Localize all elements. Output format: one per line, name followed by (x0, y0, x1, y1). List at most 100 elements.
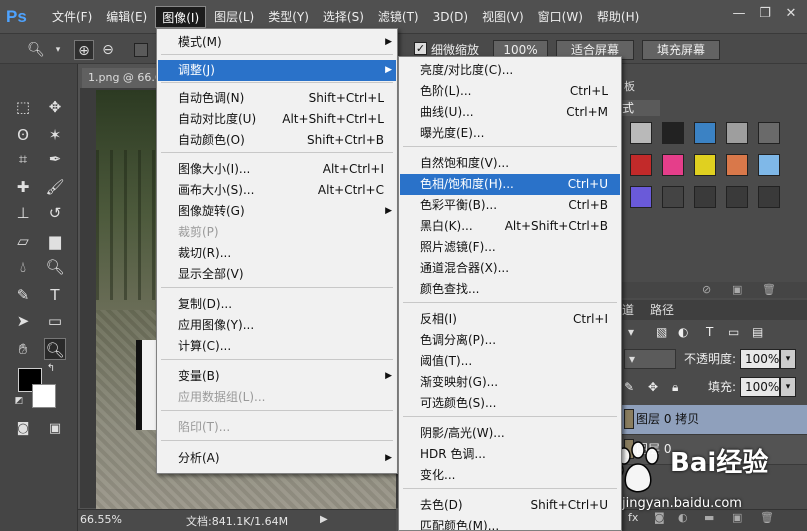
pen-tool-icon[interactable]: ✎ (12, 284, 34, 306)
minimize-icon[interactable]: — (729, 5, 749, 23)
crop-tool-icon[interactable]: ⌗ (12, 148, 34, 170)
image-menu-item[interactable]: 图像大小(I)... Alt+Ctrl+I (158, 159, 396, 180)
adjustment-filter-icon[interactable]: ◐ (678, 322, 688, 342)
style-swatch[interactable] (662, 154, 684, 176)
image-menu-item[interactable]: 自动色调(N) Shift+Ctrl+L (158, 88, 396, 109)
swap-colors-icon[interactable]: ↰ (44, 362, 58, 376)
menu-filter[interactable]: 滤镜(T) (372, 6, 425, 28)
style-swatch[interactable] (758, 122, 780, 144)
menu-edit[interactable]: 编辑(E) (100, 6, 153, 28)
menu-type[interactable]: 类型(Y) (262, 6, 315, 28)
style-swatch[interactable] (726, 186, 748, 208)
brush-tool-icon[interactable]: 🖌︎ (44, 176, 66, 198)
adjust-menu-item[interactable]: 去色(D) Shift+Ctrl+U (400, 495, 620, 516)
style-swatch[interactable] (758, 186, 780, 208)
image-menu-item[interactable]: 应用图像(Y)... (158, 315, 396, 336)
default-colors-icon[interactable]: ◩ (12, 394, 26, 408)
adjust-menu-item[interactable]: 阈值(T)... (400, 351, 620, 372)
style-swatch[interactable] (694, 154, 716, 176)
image-menu-item[interactable]: 自动颜色(O) Shift+Ctrl+B (158, 130, 396, 151)
opacity-input[interactable]: 100% (740, 349, 780, 369)
zoom-in-icon[interactable]: ⊕ (74, 40, 94, 60)
adjust-menu-item[interactable]: 曲线(U)... Ctrl+M (400, 102, 620, 123)
panel-tab[interactable]: 板 (620, 79, 660, 95)
adjust-menu-item[interactable]: 色相/饱和度(H)... Ctrl+U (400, 174, 620, 195)
adjust-menu-item[interactable]: 照片滤镜(F)... (400, 237, 620, 258)
lock-position-icon[interactable]: ✥ (648, 377, 658, 397)
scrubby-zoom-checkbox[interactable]: ✓ (414, 42, 427, 55)
smart-object-filter-icon[interactable]: ▤ (752, 322, 763, 342)
fill-screen-button[interactable]: 填充屏幕 (642, 40, 720, 60)
menu-3d[interactable]: 3D(D) (427, 6, 474, 28)
fill-input[interactable]: 100% (740, 377, 780, 397)
adjust-menu-item[interactable]: 色彩平衡(B)... Ctrl+B (400, 195, 620, 216)
type-tool-icon[interactable]: T (44, 284, 66, 306)
menu-image[interactable]: 图像(I) (155, 5, 207, 28)
image-menu-item[interactable]: 图像旋转(G) ▶ (158, 201, 396, 222)
lock-pixels-icon[interactable]: ✎ (624, 377, 634, 397)
chevron-down-icon[interactable]: ▾ (48, 40, 68, 60)
menu-layer[interactable]: 图层(L) (208, 6, 260, 28)
image-menu-item[interactable]: 分析(A) ▶ (158, 448, 396, 469)
menu-view[interactable]: 视图(V) (476, 6, 530, 28)
style-swatch[interactable] (694, 186, 716, 208)
zoom-tool-icon[interactable]: 🔍︎ (44, 338, 66, 360)
no-style-icon[interactable]: ⊘ (702, 283, 711, 296)
chevron-down-icon[interactable]: ▾ (628, 322, 634, 342)
eraser-icon[interactable]: ▱ (12, 230, 34, 252)
image-menu-item[interactable]: 变量(B) ▶ (158, 366, 396, 387)
zoom-tool-icon[interactable]: 🔍︎ (26, 40, 46, 60)
adjust-menu-item[interactable]: 可选颜色(S)... (400, 393, 620, 414)
image-menu-item[interactable]: 调整(J) ▶ (158, 60, 396, 81)
quick-mask-icon[interactable]: ◙ (12, 418, 34, 440)
style-swatch[interactable] (694, 122, 716, 144)
lock-all-icon[interactable]: 🔒︎ (672, 377, 678, 397)
resize-windows-checkbox[interactable] (134, 43, 148, 57)
adjust-menu-item[interactable]: 亮度/对比度(C)... (400, 60, 620, 81)
hand-tool-icon[interactable]: ✋︎ (12, 338, 34, 360)
image-menu-item[interactable]: 计算(C)... (158, 336, 396, 357)
eyedropper-icon[interactable]: ✒ (44, 148, 66, 170)
adjust-menu-item[interactable]: HDR 色调... (400, 444, 620, 465)
image-menu-item[interactable]: 模式(M) ▶ (158, 32, 396, 53)
background-color-swatch[interactable] (32, 384, 56, 408)
marquee-tool-icon[interactable]: ⬚ (12, 96, 34, 118)
adjust-menu-item[interactable]: 渐变映射(G)... (400, 372, 620, 393)
dodge-tool-icon[interactable]: 🔍︎ (44, 256, 66, 278)
screen-mode-icon[interactable]: ▣ (44, 418, 66, 440)
tab-paths[interactable]: 路径 (650, 302, 674, 318)
adjust-menu-item[interactable]: 黑白(K)... Alt+Shift+Ctrl+B (400, 216, 620, 237)
history-brush-icon[interactable]: ↺ (44, 202, 66, 224)
adjust-menu-item[interactable]: 色阶(L)... Ctrl+L (400, 81, 620, 102)
chevron-down-icon[interactable]: ▾ (780, 377, 796, 397)
chevron-down-icon[interactable]: ▾ (780, 349, 796, 369)
close-icon[interactable]: ✕ (781, 5, 801, 23)
adjust-menu-item[interactable]: 通道混合器(X)... (400, 258, 620, 279)
delete-icon[interactable]: 🗑︎ (762, 283, 776, 296)
blend-mode-select[interactable]: ▾ (624, 349, 676, 369)
image-menu-item[interactable]: 显示全部(V) (158, 264, 396, 285)
restore-icon[interactable]: ❐ (755, 5, 775, 23)
lasso-tool-icon[interactable]: ʘ (12, 124, 34, 146)
style-swatch[interactable] (630, 186, 652, 208)
document-tab[interactable]: 1.png @ 66.6 (82, 68, 160, 88)
adjust-menu-item[interactable]: 颜色查找... (400, 279, 620, 300)
image-filter-icon[interactable]: ▧ (656, 322, 667, 342)
image-menu-item[interactable]: 画布大小(S)... Alt+Ctrl+C (158, 180, 396, 201)
adjust-menu-item[interactable]: 阴影/高光(W)... (400, 423, 620, 444)
menu-file[interactable]: 文件(F) (46, 6, 98, 28)
move-tool-icon[interactable]: ✥ (44, 96, 66, 118)
style-swatch[interactable] (726, 122, 748, 144)
zoom-readout[interactable]: 66.55% (80, 513, 122, 526)
style-swatch[interactable] (630, 154, 652, 176)
rectangle-tool-icon[interactable]: ▭ (44, 310, 66, 332)
styles-tab[interactable]: 式 (620, 100, 660, 116)
new-style-icon[interactable]: ▣ (732, 283, 742, 296)
type-filter-icon[interactable]: T (706, 322, 713, 342)
image-menu-item[interactable]: 复制(D)... (158, 294, 396, 315)
chevron-right-icon[interactable]: ▶ (320, 514, 328, 525)
style-swatch[interactable] (630, 122, 652, 144)
adjust-menu-item[interactable]: 色调分离(P)... (400, 330, 620, 351)
gradient-tool-icon[interactable]: ▆ (44, 230, 66, 252)
healing-brush-icon[interactable]: ✚ (12, 176, 34, 198)
